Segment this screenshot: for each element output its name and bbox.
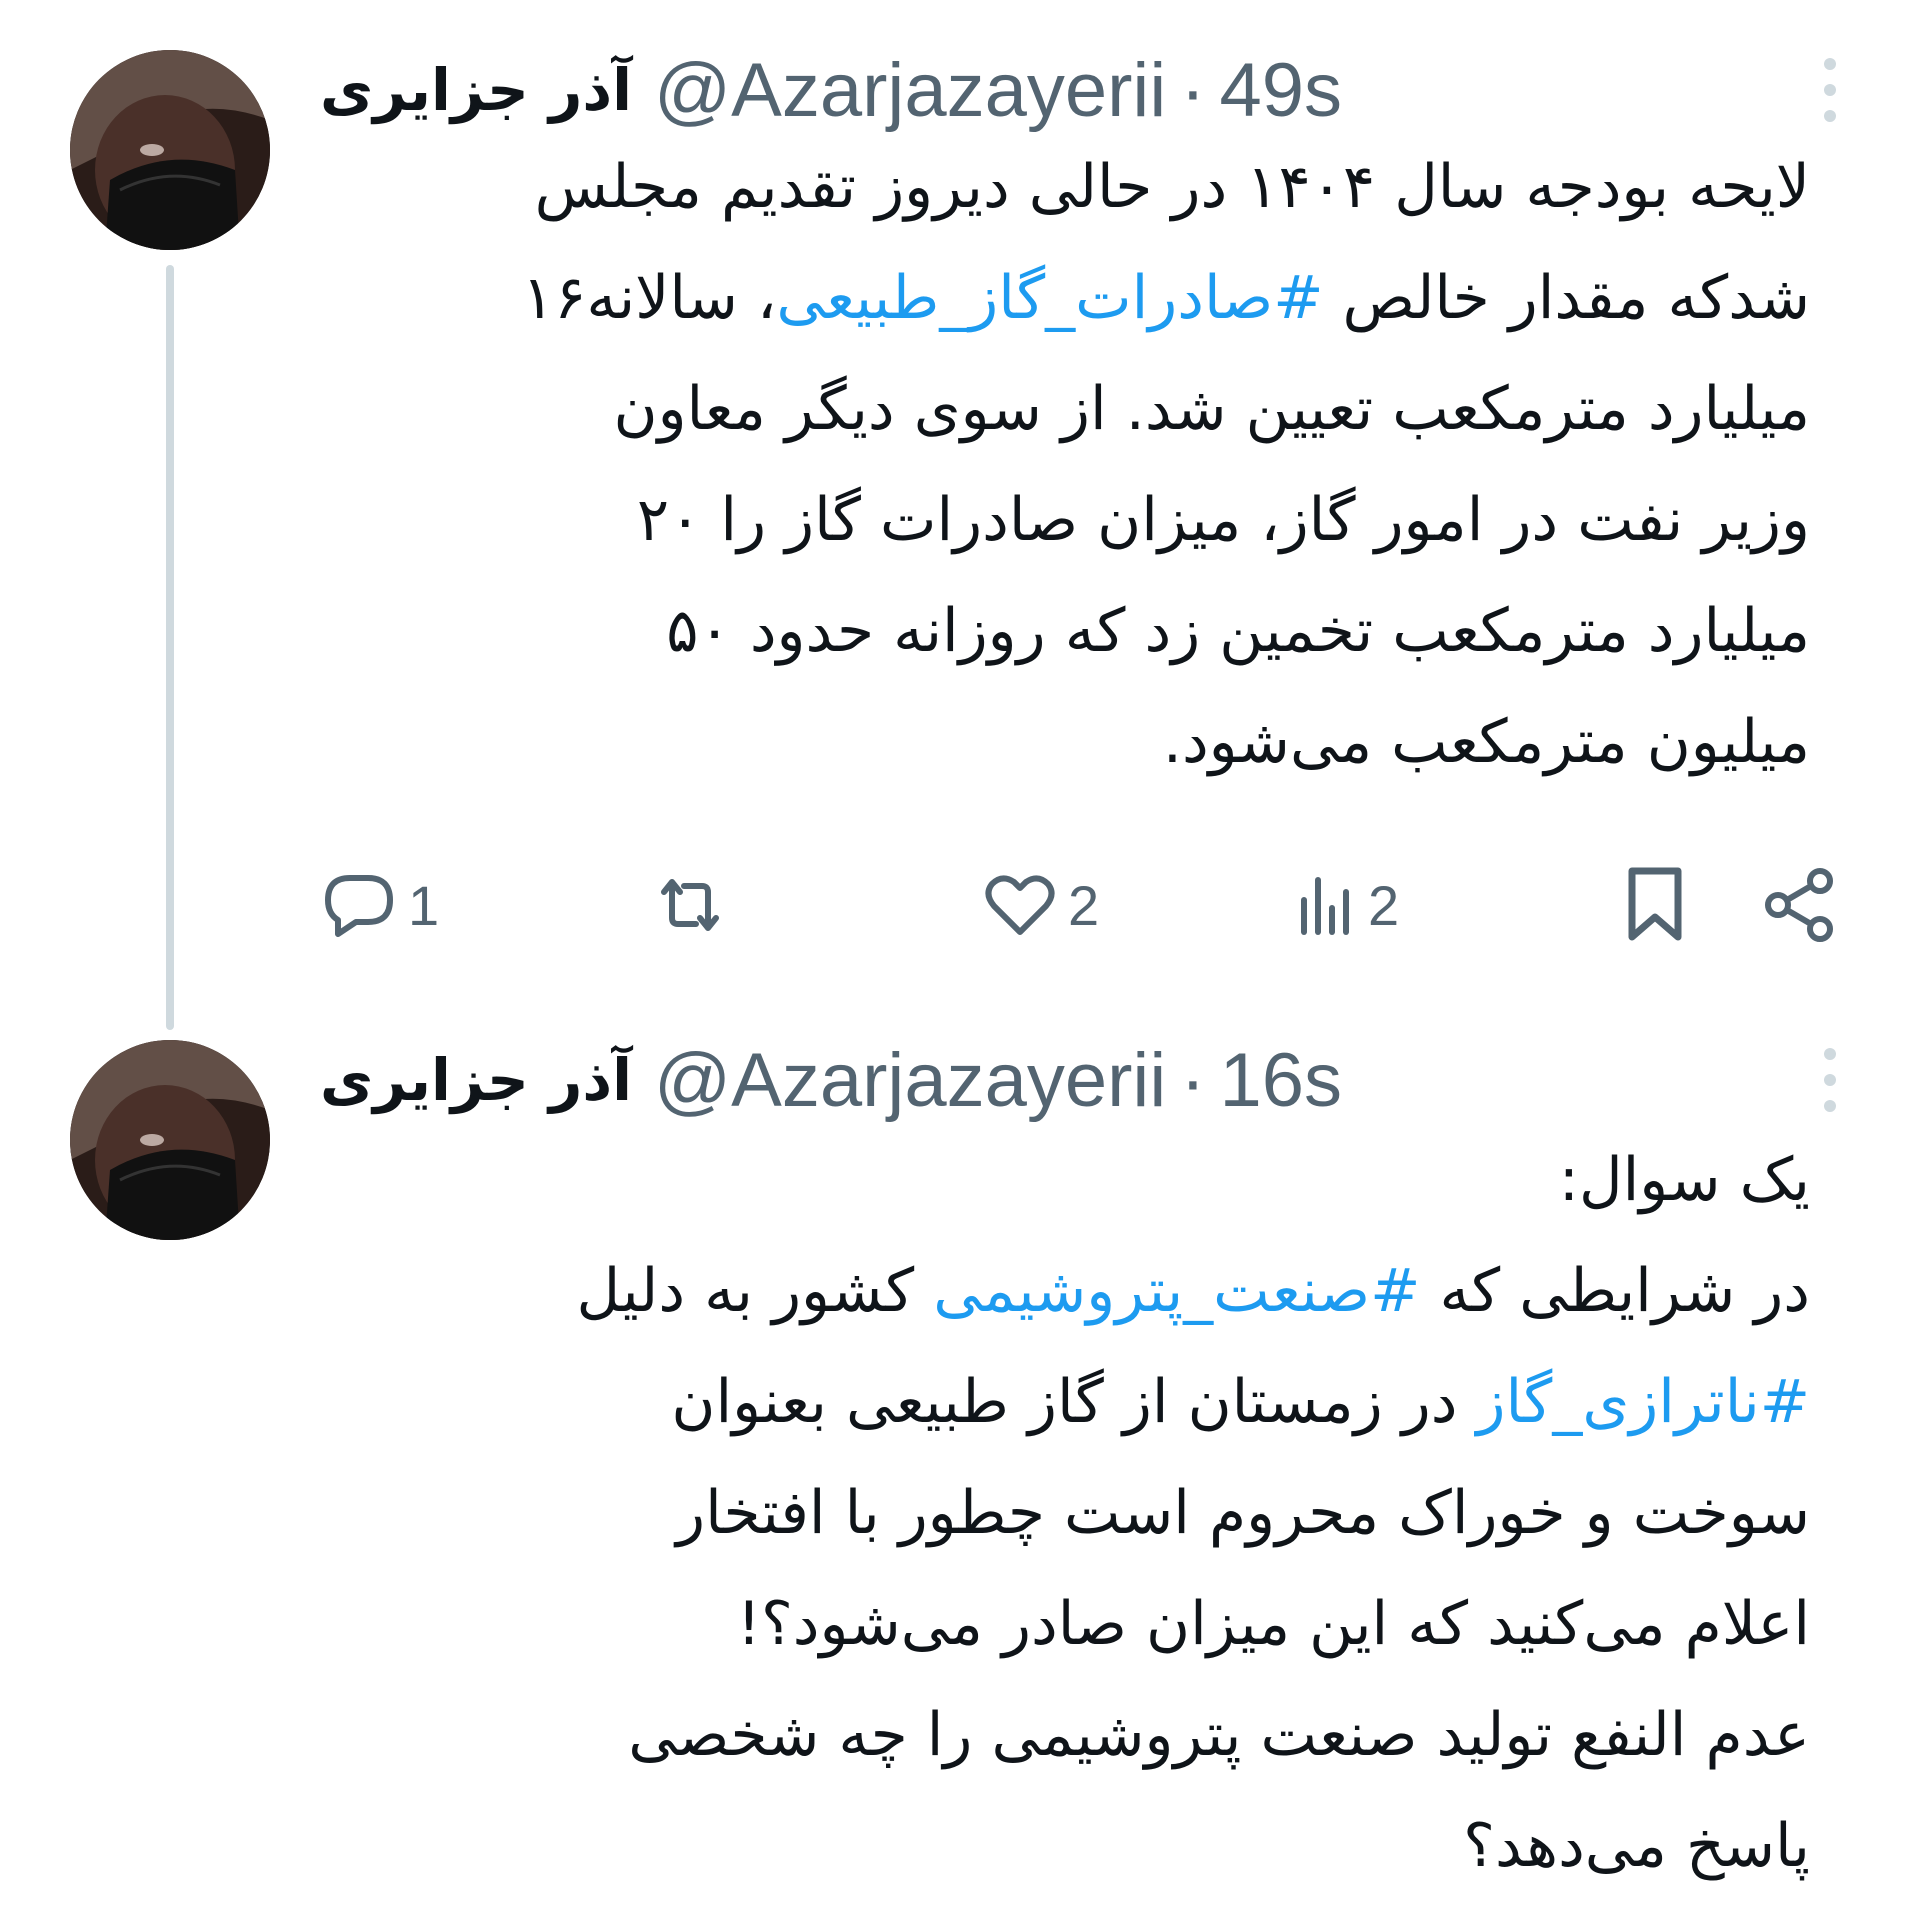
tweet-text: یک سوال: در شرایطی که #صنعت_پتروشیمی کشو… bbox=[315, 1125, 1865, 1902]
tweet-line: پاسخ می‌دهد؟ bbox=[315, 1791, 1865, 1902]
tweet-actions: 1 2 2 bbox=[320, 855, 1840, 955]
tweet-line: سوخت و خوراک محروم است چطور با افتخار bbox=[315, 1458, 1865, 1569]
views-icon bbox=[1301, 877, 1349, 935]
avatar[interactable] bbox=[70, 50, 270, 250]
tweet-line: یک سوال: bbox=[315, 1125, 1865, 1236]
tweet-line: میلیون مترمکعب می‌شود. bbox=[315, 687, 1865, 798]
tweet[interactable]: آذر جزایری @Azarjazayerii · 49s لایحه بو… bbox=[0, 0, 1920, 1030]
text-segment: سوخت و خوراک محروم است چطور با افتخار bbox=[676, 1478, 1810, 1548]
timestamp[interactable]: 49s bbox=[1220, 47, 1343, 134]
separator-dot: · bbox=[1180, 47, 1206, 133]
like-button[interactable]: 2 bbox=[980, 855, 1099, 955]
tweet-line: میلیارد مترمکعب تخمین زد که روزانه حدود … bbox=[315, 576, 1865, 687]
user-handle[interactable]: @Azarjazayerii bbox=[654, 47, 1166, 134]
more-button[interactable] bbox=[1810, 45, 1850, 135]
views-count: 2 bbox=[1368, 873, 1400, 937]
tweet-line: اعلام می‌کنید که این میزان صادر می‌شود؟! bbox=[315, 1569, 1865, 1680]
bookmark-button[interactable] bbox=[1620, 855, 1690, 955]
text-segment: ، سالانه۱۶ bbox=[521, 263, 777, 333]
retweet-icon bbox=[661, 879, 719, 931]
retweet-button[interactable] bbox=[650, 855, 738, 955]
user-handle[interactable]: @Azarjazayerii bbox=[654, 1037, 1166, 1124]
heart-icon bbox=[985, 875, 1055, 935]
tweet-line: شدکه مقدار خالص #صادرات_گاز_طبیعی، سالان… bbox=[315, 243, 1865, 354]
views-button[interactable]: 2 bbox=[1290, 855, 1399, 955]
tweet-header: آذر جزایری @Azarjazayerii · 49s bbox=[320, 40, 1790, 140]
hashtag-link[interactable]: #صادرات_گاز_طبیعی bbox=[776, 263, 1323, 333]
timestamp[interactable]: 16s bbox=[1220, 1037, 1343, 1124]
more-vertical-icon bbox=[1824, 58, 1836, 122]
text-segment: یک سوال: bbox=[1558, 1145, 1810, 1215]
display-name[interactable]: آذر جزایری bbox=[320, 1046, 632, 1114]
tweet-text: لایحه بودجه سال ۱۴۰۴ در حالی دیروز تقدیم… bbox=[315, 132, 1865, 798]
tweet-line: میلیارد مترمکعب تعیین شد. از سوی دیگر مع… bbox=[315, 354, 1865, 465]
tweet-line: در شرایطی که #صنعت_پتروشیمی کشور به دلیل bbox=[315, 1236, 1865, 1347]
reply-button[interactable]: 1 bbox=[320, 855, 439, 955]
tweet-line: عدم النفع تولید صنعت پتروشیمی را چه شخصی bbox=[315, 1680, 1865, 1791]
tweet-line: لایحه بودجه سال ۱۴۰۴ در حالی دیروز تقدیم… bbox=[315, 132, 1865, 243]
text-segment: وزیر نفت در امور گاز، میزان صادرات گاز ر… bbox=[636, 485, 1810, 555]
like-count: 2 bbox=[1068, 873, 1100, 937]
text-segment: لایحه بودجه سال ۱۴۰۴ در حالی دیروز تقدیم… bbox=[534, 152, 1810, 222]
text-segment: میلیون مترمکعب می‌شود. bbox=[1162, 707, 1810, 777]
thread-line bbox=[166, 265, 174, 1030]
tweet-line: وزیر نفت در امور گاز، میزان صادرات گاز ر… bbox=[315, 465, 1865, 576]
text-segment: در شرایطی که bbox=[1420, 1256, 1810, 1326]
more-button[interactable] bbox=[1810, 1035, 1850, 1125]
more-vertical-icon bbox=[1824, 1048, 1836, 1112]
avatar[interactable] bbox=[70, 1040, 270, 1240]
reply-count: 1 bbox=[408, 873, 440, 937]
hashtag-link[interactable]: #ناترازی_گاز bbox=[1477, 1367, 1811, 1437]
separator-dot: · bbox=[1180, 1037, 1206, 1123]
bookmark-icon bbox=[1628, 867, 1682, 941]
text-segment: عدم النفع تولید صنعت پتروشیمی را چه شخصی bbox=[628, 1700, 1810, 1770]
text-segment: در زمستان از گاز طبیعی بعنوان bbox=[671, 1367, 1477, 1437]
text-segment: میلیارد مترمکعب تعیین شد. از سوی دیگر مع… bbox=[613, 374, 1810, 444]
avatar-image bbox=[70, 50, 270, 250]
tweet-header: آذر جزایری @Azarjazayerii · 16s bbox=[320, 1030, 1790, 1130]
hashtag-link[interactable]: #صنعت_پتروشیمی bbox=[933, 1256, 1420, 1326]
text-segment: میلیارد مترمکعب تخمین زد که روزانه حدود … bbox=[666, 596, 1810, 666]
text-segment: کشور به دلیل bbox=[576, 1256, 934, 1326]
display-name[interactable]: آذر جزایری bbox=[320, 56, 632, 124]
text-segment: اعلام می‌کنید که این میزان صادر می‌شود؟! bbox=[736, 1589, 1810, 1659]
text-segment: شدکه مقدار خالص bbox=[1323, 263, 1810, 333]
share-button[interactable] bbox=[1760, 855, 1840, 955]
tweet-line: #ناترازی_گاز در زمستان از گاز طبیعی بعنو… bbox=[315, 1347, 1865, 1458]
share-icon bbox=[1765, 868, 1833, 942]
avatar-image bbox=[70, 1040, 270, 1240]
text-segment: پاسخ می‌دهد؟ bbox=[1463, 1811, 1810, 1881]
reply-icon bbox=[325, 875, 393, 937]
